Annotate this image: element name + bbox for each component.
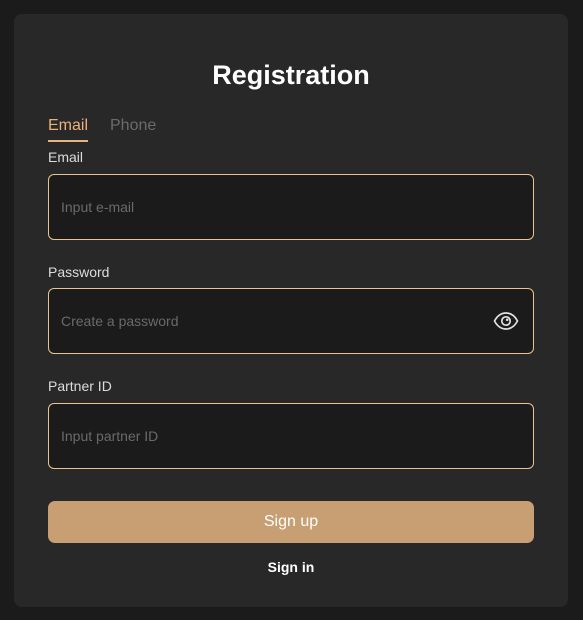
page-title: Registration — [212, 60, 370, 90]
email-label: Email — [48, 149, 84, 165]
sign-up-button[interactable]: Sign up — [48, 501, 534, 543]
email-field-box — [48, 174, 534, 240]
tab-phone[interactable]: Phone — [110, 116, 156, 136]
password-label: Password — [48, 264, 110, 280]
eye-icon[interactable] — [493, 310, 519, 332]
sign-in-row: Sign in — [14, 558, 568, 576]
tab-email[interactable]: Email — [48, 116, 89, 142]
sign-in-link[interactable]: Sign in — [268, 559, 315, 575]
registration-card: Registration Email Phone Email Password … — [14, 14, 568, 607]
email-field[interactable] — [61, 175, 481, 239]
password-field-box — [48, 288, 534, 354]
partner-id-field-box — [48, 403, 534, 469]
partner-id-label: Partner ID — [48, 378, 112, 394]
password-field[interactable] — [61, 289, 481, 353]
partner-id-field[interactable] — [61, 404, 481, 468]
